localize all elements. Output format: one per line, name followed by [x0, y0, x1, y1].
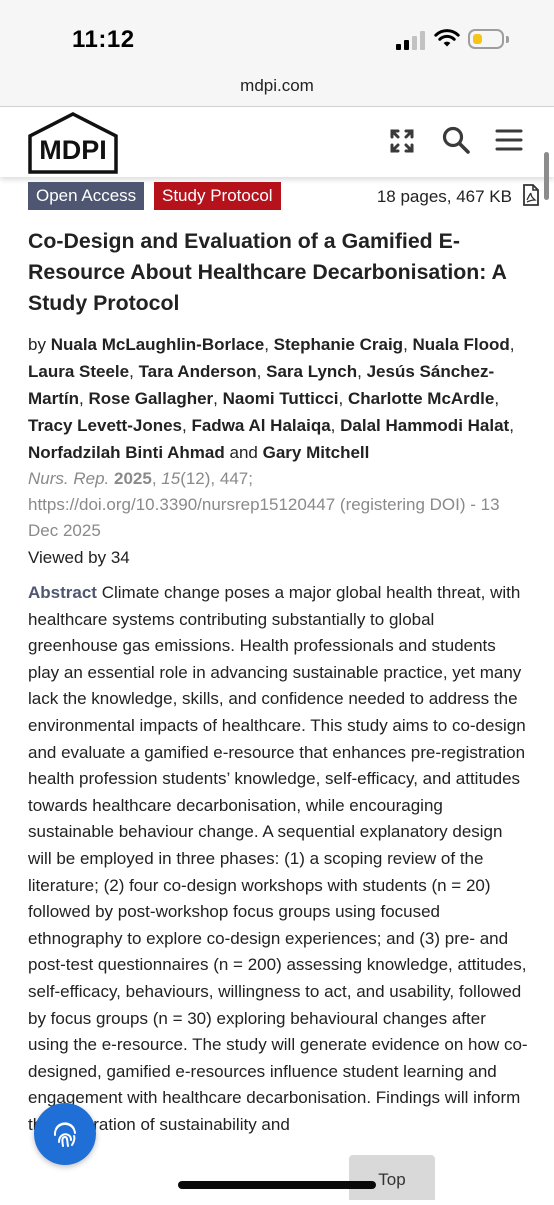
site-header: MDPI — [0, 107, 554, 177]
author-link[interactable]: Naomi Tutticci — [223, 389, 339, 408]
page-scrollbar[interactable] — [544, 152, 549, 200]
pdf-download-icon[interactable] — [522, 184, 540, 206]
view-count: Viewed by 34 — [28, 548, 130, 567]
file-info: 18 pages, 467 KB — [376, 187, 512, 206]
citation: Nurs. Rep. 2025, 15(12), 447; https://do… — [28, 469, 500, 540]
author-link[interactable]: Nuala Flood — [413, 335, 510, 354]
battery-cap — [506, 36, 509, 43]
doi-link[interactable]: https://doi.org/10.3390/nursrep15120447 … — [28, 495, 476, 514]
article-title: Co-Design and Evaluation of a Gamified E… — [28, 229, 507, 315]
author-link[interactable]: Tracy Levett-Jones — [28, 416, 182, 435]
author-link[interactable]: Charlotte McArdle — [348, 389, 494, 408]
author-list: by Nuala McLaughlin-Borlace, Stephanie C… — [28, 335, 515, 462]
author-link[interactable]: Stephanie Craig — [274, 335, 403, 354]
author-link[interactable]: Tara Anderson — [139, 362, 257, 381]
fingerprint-button[interactable] — [34, 1103, 96, 1165]
home-indicator[interactable] — [178, 1181, 376, 1189]
menu-icon[interactable] — [495, 128, 523, 152]
citation-volume: 15 — [161, 469, 181, 488]
url-text[interactable]: mdpi.com — [0, 76, 554, 96]
study-protocol-badge[interactable]: Study Protocol — [154, 182, 281, 210]
author-link[interactable]: Nuala McLaughlin-Borlace — [51, 335, 264, 354]
citation-issue: (12), 447; — [180, 469, 253, 488]
author-link[interactable]: Fadwa Al Halaiqa — [191, 416, 330, 435]
author-link[interactable]: Sara Lynch — [266, 362, 357, 381]
address-bar[interactable]: mdpi.com — [0, 70, 554, 107]
abstract-text: Climate change poses a major global heal… — [28, 583, 528, 1134]
status-bar: 11:12 — [0, 0, 554, 70]
by-label: by — [28, 335, 46, 354]
abstract-label: Abstract — [28, 583, 97, 602]
search-icon[interactable] — [441, 125, 471, 155]
mdpi-logo[interactable]: MDPI — [27, 111, 119, 175]
abstract: Abstract Climate change poses a major gl… — [28, 580, 528, 1138]
author-link[interactable]: Dalal Hammodi Halat — [340, 416, 509, 435]
article: Open Access Study Protocol 18 pages, 467… — [28, 178, 539, 1138]
author-link[interactable]: Norfadzilah Binti Ahmad — [28, 443, 225, 462]
cellular-signal-icon — [396, 30, 426, 50]
status-time: 11:12 — [72, 26, 135, 53]
article-badges: Open Access Study Protocol 18 pages, 467… — [28, 182, 539, 216]
and-label: and — [229, 443, 258, 462]
open-access-badge[interactable]: Open Access — [28, 182, 145, 210]
fingerprint-icon — [53, 1122, 76, 1147]
logo-text: MDPI — [39, 135, 107, 165]
expand-icon[interactable] — [388, 127, 416, 155]
journal-name[interactable]: Nurs. Rep. — [28, 469, 109, 488]
back-to-top-button[interactable]: Top — [349, 1155, 435, 1200]
author-link[interactable]: Rose Gallagher — [88, 389, 213, 408]
author-link[interactable]: Laura Steele — [28, 362, 129, 381]
author-link[interactable]: Gary Mitchell — [263, 443, 370, 462]
wifi-icon — [434, 29, 460, 47]
battery-icon — [468, 29, 504, 49]
citation-year: 2025 — [113, 469, 152, 488]
